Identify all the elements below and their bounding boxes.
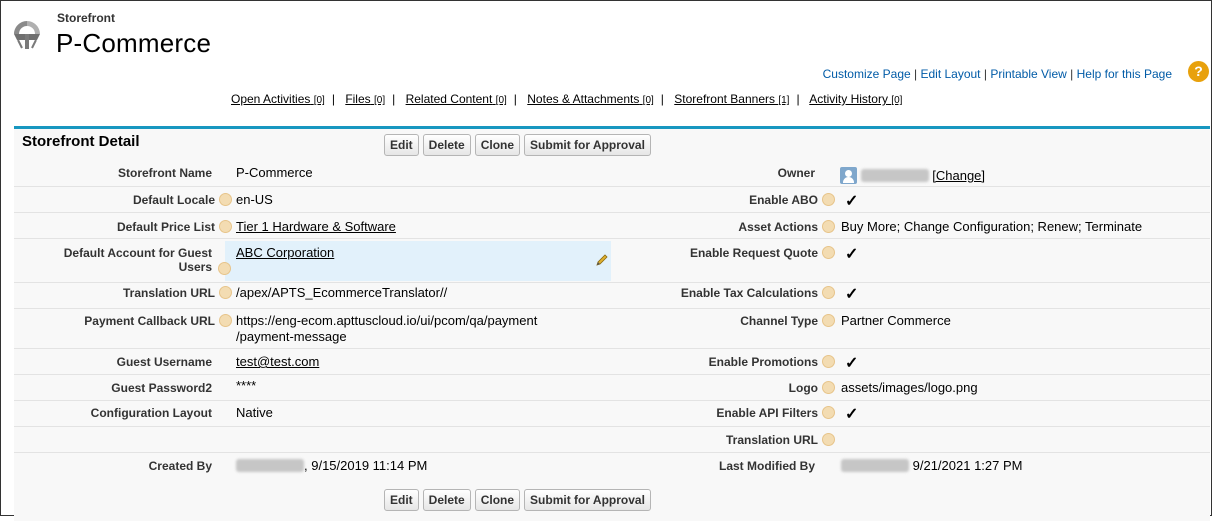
info-icon[interactable] [822,193,835,206]
checkmark-icon: ✓ [845,406,859,423]
related-link-storefront-banners[interactable]: Storefront Banners [1] [674,92,789,106]
owner-change-link[interactable]: [Change] [932,168,985,183]
modified-by-name-redacted [841,459,909,472]
clone-button[interactable]: Clone [474,489,521,511]
printable-view-link[interactable]: Printable View [990,67,1067,81]
info-icon[interactable] [219,220,232,233]
submit-for-approval-button[interactable]: Submit for Approval [524,134,651,156]
field-label-enable-tax-calculations: Enable Tax Calculations [620,286,835,300]
info-icon[interactable] [219,314,232,327]
field-value-default-price-list: Tier 1 Hardware & Software [236,219,396,234]
detail-section-title: Storefront Detail [22,133,140,150]
related-link-files[interactable]: Files [0] [345,92,385,106]
field-label-storefront-name: Storefront Name [117,166,212,180]
field-value-created-by: , 9/15/2019 11:14 PM [236,458,427,473]
field-label-payment-callback-url: Payment Callback URL [22,314,232,328]
field-value-configuration-layout: Native [236,405,273,420]
field-label-enable-request-quote: Enable Request Quote [620,246,835,260]
field-label-default-price-list: Default Price List [22,220,232,234]
page-title: P-Commerce [56,28,212,58]
checkmark-icon: ✓ [845,193,859,210]
field-value-payment-callback-url: https://eng-ecom.apttuscloud.io/ui/pcom/… [236,313,538,344]
field-label-default-locale: Default Locale [22,193,232,207]
edit-button[interactable]: Edit [384,134,419,156]
bottom-button-bar: Edit Delete Clone Submit for Approval [384,489,651,511]
checkmark-icon: ✓ [845,246,859,263]
delete-button[interactable]: Delete [422,134,471,156]
field-label-last-modified-by: Last Modified By [718,459,815,473]
price-list-link[interactable]: Tier 1 Hardware & Software [236,219,396,234]
field-label-translation-url-right: Translation URL [620,433,835,447]
info-icon[interactable] [822,355,835,368]
field-value-asset-actions: Buy More; Change Configuration; Renew; T… [841,219,1143,234]
page-eyebrow: Storefront [57,11,115,25]
field-value-channel-type: Partner Commerce [841,313,951,328]
field-label-configuration-layout: Configuration Layout [90,406,212,420]
related-link-related-content[interactable]: Related Content [0] [406,92,507,106]
storefront-icon [14,21,40,49]
guest-username-link[interactable]: test@test.com [236,354,319,369]
field-label-logo: Logo [620,381,835,395]
checkmark-icon: ✓ [845,286,859,303]
page-header-links: Customize Page | Edit Layout | Printable… [823,67,1172,81]
owner-name-redacted [860,169,929,182]
edit-button[interactable]: Edit [384,489,419,511]
field-value-translation-url: /apex/APTS_EcommerceTranslator// [236,285,448,300]
related-link-open-activities[interactable]: Open Activities [0] [231,92,325,106]
info-icon[interactable] [822,314,835,327]
field-value-logo: assets/images/logo.png [841,380,978,395]
field-label-asset-actions: Asset Actions [620,220,835,234]
submit-for-approval-button[interactable]: Submit for Approval [524,489,651,511]
field-label-default-account-guest: Default Account for Guest Users [63,246,212,274]
field-label-guest-username: Guest Username [116,355,212,369]
edit-layout-link[interactable]: Edit Layout [920,67,980,81]
info-icon[interactable] [219,286,232,299]
account-link[interactable]: ABC Corporation [236,245,334,260]
field-label-guest-password2: Guest Password2 [111,381,212,395]
field-value-storefront-name: P-Commerce [236,165,313,180]
detail-row [14,428,1210,453]
created-by-name-redacted [236,459,304,472]
info-icon[interactable] [822,220,835,233]
related-link-notes-attachments[interactable]: Notes & Attachments [0] [527,92,654,106]
field-label-enable-abo: Enable ABO [620,193,835,207]
field-label-enable-promotions: Enable Promotions [620,355,835,369]
info-icon[interactable] [822,246,835,259]
user-avatar-icon [840,167,857,184]
info-icon[interactable] [218,262,231,275]
field-value-guest-username: test@test.com [236,354,319,369]
related-list-links: Open Activities [0] | Files [0] | Related … [231,92,903,106]
help-for-page-link[interactable]: Help for this Page [1077,67,1172,81]
related-link-activity-history[interactable]: Activity History [0] [809,92,902,106]
field-label-enable-api-filters: Enable API Filters [620,406,835,420]
top-button-bar: Edit Delete Clone Submit for Approval [384,134,651,156]
help-icon[interactable]: ? [1188,61,1209,82]
field-value-last-modified-by: 9/21/2021 1:27 PM [841,458,1022,473]
info-icon[interactable] [822,433,835,446]
field-label-translation-url: Translation URL [22,286,232,300]
field-label-owner: Owner [777,166,815,180]
info-icon[interactable] [219,193,232,206]
info-icon[interactable] [822,286,835,299]
field-value-default-locale: en-US [236,192,273,207]
checkmark-icon: ✓ [845,355,859,372]
field-value-guest-password2: **** [236,378,257,393]
field-value-default-account-guest[interactable]: ABC Corporation [236,245,334,260]
field-value-owner: [Change] [840,167,985,184]
info-icon[interactable] [822,406,835,419]
clone-button[interactable]: Clone [474,134,521,156]
field-label-created-by: Created By [148,459,212,473]
customize-page-link[interactable]: Customize Page [823,67,911,81]
info-icon[interactable] [822,381,835,394]
field-label-channel-type: Channel Type [620,314,835,328]
delete-button[interactable]: Delete [422,489,471,511]
